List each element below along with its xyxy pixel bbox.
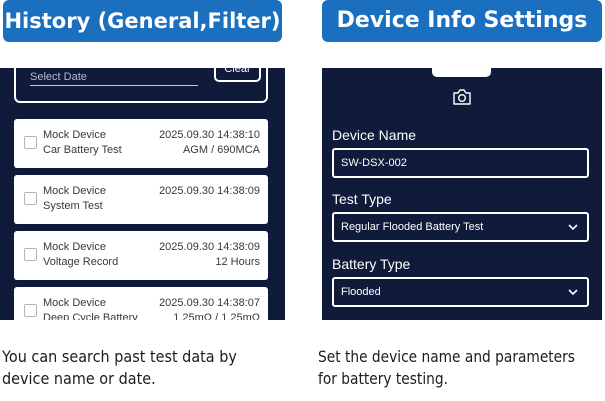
- history-title-badge: History (General,Filter): [3, 0, 282, 42]
- device-name-label: Device Name: [332, 127, 417, 143]
- record-device-name: Mock Device: [43, 241, 106, 253]
- select-date-input[interactable]: Select Date: [30, 70, 198, 86]
- record-timestamp: 2025.09.30 14:38:09: [159, 241, 260, 253]
- record-checkbox[interactable]: [24, 192, 37, 205]
- caption-line: Set the device name and parameters: [318, 347, 575, 366]
- test-type-select[interactable]: Regular Flooded Battery Test: [332, 212, 589, 242]
- battery-type-select[interactable]: Flooded: [332, 277, 589, 307]
- record-device-name: Mock Device: [43, 129, 106, 141]
- history-record[interactable]: Mock Device Deep Cycle Battery 2025.09.3…: [14, 287, 268, 320]
- record-timestamp: 2025.09.30 14:38:10: [159, 129, 260, 141]
- photo-frame-tab: [432, 68, 491, 77]
- record-test-type: Voltage Record: [43, 256, 119, 268]
- record-timestamp: 2025.09.30 14:38:07: [159, 297, 260, 309]
- record-result: 1.25mΩ / 1.25mΩ: [173, 312, 260, 320]
- device-info-screen: Device Name SW-DSX-002 Test Type Regular…: [322, 68, 602, 320]
- caption-line: device name or date.: [2, 369, 156, 388]
- chevron-down-icon: [568, 289, 578, 296]
- history-caption: You can search past test data by device …: [2, 346, 237, 390]
- record-device-name: Mock Device: [43, 297, 106, 309]
- history-filter-box: Select Date Clear: [14, 68, 268, 103]
- history-record[interactable]: Mock Device System Test 2025.09.30 14:38…: [14, 175, 268, 224]
- camera-icon[interactable]: [452, 88, 472, 106]
- chevron-down-icon: [568, 224, 578, 231]
- device-name-field[interactable]: SW-DSX-002: [332, 148, 589, 178]
- history-record[interactable]: Mock Device Voltage Record 2025.09.30 14…: [14, 231, 268, 280]
- history-record[interactable]: Mock Device Car Battery Test 2025.09.30 …: [14, 119, 268, 168]
- record-timestamp: 2025.09.30 14:38:09: [159, 185, 260, 197]
- test-type-value: Regular Flooded Battery Test: [341, 221, 484, 233]
- record-checkbox[interactable]: [24, 248, 37, 261]
- device-info-caption: Set the device name and parameters for b…: [318, 346, 575, 390]
- battery-type-label: Battery Type: [332, 256, 411, 272]
- record-result: 12 Hours: [215, 256, 260, 268]
- record-test-type: Car Battery Test: [43, 144, 122, 156]
- record-result: AGM / 690MCA: [182, 144, 260, 156]
- clear-button[interactable]: Clear: [214, 68, 261, 82]
- battery-type-value: Flooded: [341, 286, 381, 298]
- test-type-label: Test Type: [332, 191, 392, 207]
- record-checkbox[interactable]: [24, 304, 37, 317]
- caption-line: for battery testing.: [318, 369, 448, 388]
- history-screen: Select Date Clear Mock Device Car Batter…: [0, 68, 285, 320]
- caption-line: You can search past test data by: [2, 347, 237, 366]
- record-test-type: Deep Cycle Battery: [43, 312, 138, 320]
- record-device-name: Mock Device: [43, 185, 106, 197]
- record-checkbox[interactable]: [24, 136, 37, 149]
- device-info-title-badge: Device Info Settings: [322, 0, 602, 42]
- record-test-type: System Test: [43, 200, 103, 212]
